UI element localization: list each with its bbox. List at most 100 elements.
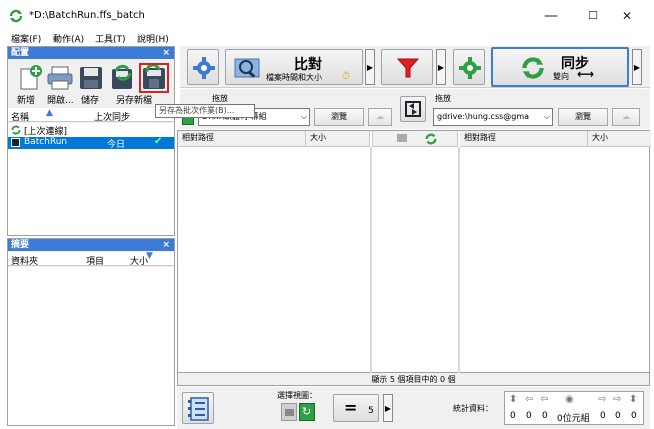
sync-dropdown-button[interactable]: ▶: [632, 49, 642, 85]
summary-col-folder[interactable]: 資料夾: [11, 254, 38, 267]
list-item[interactable]: BatchRun 今日 ✔: [8, 136, 174, 150]
save-as-button[interactable]: [108, 63, 136, 91]
sync-settings-button[interactable]: [453, 49, 485, 85]
left-grid-header: 相對路徑 大小: [178, 131, 370, 147]
file-icon: ⬍: [509, 394, 518, 405]
summary-panel-close-icon[interactable]: ×: [162, 239, 170, 251]
swap-sides-button[interactable]: [400, 96, 426, 122]
filter-button[interactable]: [381, 49, 433, 85]
maximize-button[interactable]: ☐: [578, 6, 608, 26]
camera-icon: [285, 409, 294, 416]
list-item[interactable]: [上次連線]: [10, 124, 174, 137]
compare-title: 比對: [294, 57, 322, 73]
menu-help[interactable]: 說明(H): [137, 32, 169, 45]
two-way-arrow-icon: ⟷: [577, 67, 595, 81]
compare-button[interactable]: 比對 檔案時間和大小 ⏱: [225, 49, 363, 85]
magnifier-icon: [234, 58, 260, 78]
save-config-button[interactable]: [78, 65, 104, 91]
config-list: [上次連線] BatchRun 今日 ✔: [8, 123, 174, 235]
open-config-button[interactable]: [46, 65, 74, 91]
camera-icon[interactable]: [397, 134, 407, 142]
gear-icon: [193, 57, 215, 79]
menu-action[interactable]: 動作(A): [53, 32, 84, 45]
minimize-button[interactable]: —: [536, 6, 566, 26]
sync-subtitle: 雙向: [553, 72, 569, 81]
right-drop-label: 拖放: [435, 94, 451, 103]
view-action-button[interactable]: ↻: [299, 403, 315, 421]
app-sync-icon: [9, 9, 23, 23]
save-as-label: 另存新檔: [116, 96, 153, 106]
floppy-icon: [80, 67, 102, 89]
compare-settings-button[interactable]: [187, 49, 219, 85]
batch-file-icon: [11, 138, 20, 147]
new-config-label: 新增: [17, 96, 36, 106]
right-cloud-button[interactable]: ☁: [612, 108, 640, 126]
file-icon: ⬍: [629, 394, 638, 405]
view-selector: 選擇視圖： ↻: [272, 390, 327, 426]
summary-list-header: 資料夾 項目 大小 ▼: [8, 251, 174, 267]
equal-filter-button[interactable]: = 5: [333, 394, 379, 422]
config-list-header: 名稱 ▲ 上次同步: [8, 108, 174, 123]
chevron-right-icon: ▶: [384, 404, 392, 413]
right-folder-input[interactable]: gdrive:\hung.css@gma ⌵: [433, 108, 553, 126]
save-as-batch-button[interactable]: [139, 63, 169, 93]
file-grid: 相對路徑 大小 相對路徑 大小: [177, 130, 651, 373]
clock-icon: ⏱: [342, 71, 350, 82]
summary-panel: 摘要 × 資料夾 項目 大小 ▼: [7, 238, 175, 426]
right-col-relative-path[interactable]: 相對路徑: [460, 131, 588, 147]
right-grid-header: 相對路徑 大小: [460, 131, 651, 147]
config-col-name[interactable]: 名稱: [11, 110, 29, 123]
compare-subtitle: 檔案時間和大小: [266, 73, 322, 82]
equal-count: 5: [368, 406, 374, 416]
menu-bar: 檔案(F) 動作(A) 工具(T) 說明(H): [0, 32, 654, 46]
left-cloud-button[interactable]: ☁: [368, 108, 392, 126]
right-col-size[interactable]: 大小: [588, 131, 651, 147]
view-dropdown-button[interactable]: ▶: [383, 394, 393, 422]
compare-dropdown-button[interactable]: ▶: [365, 49, 375, 85]
arrow-left-icon: ⇦: [525, 394, 534, 405]
right-browse-button[interactable]: 瀏覽: [558, 108, 608, 126]
cloud-icon: ☁: [622, 112, 630, 121]
summary-list: [8, 267, 174, 425]
config-col-last-sync[interactable]: 上次同步: [94, 110, 130, 123]
synchronize-button[interactable]: 同步 雙向 ⟷: [491, 47, 629, 87]
arrow-left-icon: ⇦: [540, 394, 549, 405]
arrow-right-icon: ⇨: [598, 394, 607, 405]
filter-dropdown-button[interactable]: ▶: [436, 49, 446, 85]
right-folder-path: gdrive:\hung.css@gma: [437, 112, 530, 121]
new-config-button[interactable]: [16, 63, 44, 91]
menu-file[interactable]: 檔案(F): [11, 32, 41, 45]
view-selector-label: 選擇視圖：: [277, 391, 317, 400]
log-button[interactable]: [182, 392, 214, 424]
stat-value: 0: [615, 411, 621, 421]
swap-icon: [405, 101, 421, 117]
config-panel-close-icon[interactable]: ×: [162, 47, 170, 59]
grid-separator: [370, 147, 372, 373]
close-button[interactable]: ✕: [612, 6, 642, 26]
summary-col-items[interactable]: 項目: [86, 254, 104, 267]
menu-tools[interactable]: 工具(T): [95, 32, 126, 45]
left-col-relative-path[interactable]: 相對路徑: [178, 131, 306, 147]
sync-icon[interactable]: [425, 133, 437, 145]
chevron-down-icon: ⌵: [543, 109, 550, 125]
config-panel: 配置 × 新增 開啟... 儲存 另存新檔 另存為批次作業(B)... 名稱 ▲…: [7, 46, 255, 236]
sync-icon: ↻: [302, 405, 312, 418]
sync-icon: [11, 125, 21, 135]
stat-value: 0: [526, 411, 532, 421]
left-browse-button[interactable]: 瀏覽: [314, 108, 364, 126]
left-col-size[interactable]: 大小: [306, 131, 370, 147]
main-toolbar: 比對 檔案時間和大小 ⏱ ▶ ▶ 同步 雙向 ⟷ ▶: [180, 46, 650, 88]
stat-value: 0: [600, 411, 606, 421]
grid-separator: [458, 147, 460, 373]
stat-value: 0: [510, 411, 516, 421]
stat-value: 0: [542, 411, 548, 421]
config-last-sync: 今日: [107, 140, 126, 150]
config-name: [上次連線]: [24, 127, 68, 137]
view-category-button[interactable]: [281, 403, 297, 421]
save-config-label: 儲存: [81, 96, 100, 106]
sort-asc-icon: ▲: [46, 108, 53, 118]
summary-panel-header: 摘要 ×: [8, 239, 174, 251]
window-title: *D:\BatchRun.ffs_batch: [29, 10, 145, 21]
disk-icon: ◉: [565, 394, 574, 405]
left-drop-label: 拖放: [212, 94, 228, 103]
